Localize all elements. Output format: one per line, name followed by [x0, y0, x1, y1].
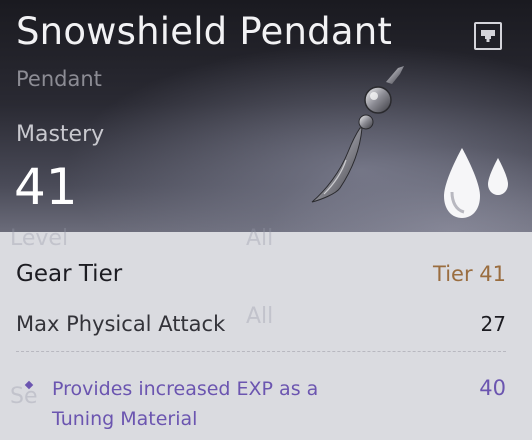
pendant-item-icon	[311, 66, 404, 203]
mastery-value: 41	[14, 158, 78, 216]
water-drops-icon	[444, 148, 508, 218]
max-physical-attack-row: Max Physical Attack 27	[16, 309, 506, 339]
gear-tier-label: Gear Tier	[16, 261, 123, 287]
stats-divider	[16, 351, 506, 352]
item-header: Snowshield Pendant Pendant Mastery 41	[0, 0, 532, 232]
info-card-icon[interactable]	[474, 22, 502, 50]
item-type: Pendant	[16, 67, 102, 91]
gear-tier-row: Gear Tier Tier 41	[16, 259, 506, 289]
gear-tier-value: Tier 41	[433, 262, 506, 286]
effect-description: Provides increased EXP as a Tuning Mater…	[52, 378, 319, 430]
ghost-level-value: All	[246, 226, 274, 251]
effect-value: 40	[479, 376, 506, 400]
ghost-level-label: Level	[10, 226, 69, 251]
mastery-label: Mastery	[16, 122, 105, 147]
max-physical-attack-label: Max Physical Attack	[16, 312, 226, 336]
ghost-row3-label: Se	[10, 384, 38, 409]
max-physical-attack-value: 27	[480, 312, 506, 336]
item-name: Snowshield Pendant	[16, 10, 393, 53]
